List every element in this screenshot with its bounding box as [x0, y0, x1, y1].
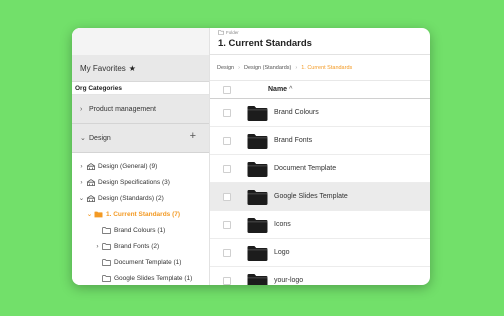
chevron-right-icon[interactable]: ›	[93, 243, 102, 250]
breadcrumb-item[interactable]: Design	[217, 65, 234, 71]
chevron-right-icon: ›	[80, 105, 83, 113]
breadcrumb-item[interactable]: Design (Standards)	[244, 65, 291, 71]
tree-item-label: 1. Current Standards (7)	[106, 210, 181, 218]
sort-indicator-icon[interactable]: ^	[289, 86, 292, 93]
folder-outline-icon	[102, 274, 114, 282]
table-header: Name ^	[210, 81, 430, 99]
column-name-header[interactable]: Name	[268, 86, 287, 93]
row-name[interactable]: Logo	[274, 249, 290, 256]
tree-item[interactable]: Document Template (1)	[72, 254, 209, 270]
select-all-checkbox[interactable]	[223, 85, 231, 94]
folder-icon	[247, 133, 268, 149]
row-checkbox[interactable]	[223, 220, 231, 229]
table-row[interactable]: your-logo	[210, 267, 430, 285]
folder-small-icon	[218, 30, 224, 35]
chevron-down-icon[interactable]: ⌄	[85, 210, 94, 218]
folder-icon	[247, 105, 268, 121]
tree-item[interactable]: ⌄ 1. Current Standards (7)	[72, 206, 209, 222]
tree-item-label: Google Slides Template (1)	[114, 274, 193, 282]
row-checkbox[interactable]	[223, 248, 231, 257]
row-checkbox[interactable]	[223, 108, 231, 117]
breadcrumb: Design › Design (Standards) › 1. Current…	[210, 55, 430, 81]
sidebar: My Favorites ★ Org Categories › Product …	[72, 28, 210, 285]
tree-item[interactable]: › Design (General) (9)	[72, 158, 209, 174]
favorites-label: My Favorites	[80, 63, 126, 73]
item-kind-label: Folder	[226, 30, 239, 35]
tree-item-label: Design Specifications (3)	[98, 178, 170, 186]
row-checkbox[interactable]	[223, 192, 231, 201]
page-title: 1. Current Standards	[218, 38, 312, 49]
row-name[interactable]: Icons	[274, 221, 291, 228]
tree-item[interactable]: › Brand Fonts (2)	[72, 238, 209, 254]
breadcrumb-current: 1. Current Standards	[301, 64, 353, 71]
table-row[interactable]: Logo	[210, 239, 430, 267]
row-name[interactable]: your-logo	[274, 277, 303, 284]
org-categories-header: Org Categories	[72, 82, 209, 95]
section-label: Design	[89, 134, 111, 142]
sidebar-header	[72, 28, 209, 55]
row-name[interactable]: Brand Fonts	[274, 137, 312, 144]
library-icon	[86, 162, 98, 170]
chevron-right-icon[interactable]: ›	[77, 163, 86, 170]
tree-item[interactable]: Google Slides Template (1)	[72, 270, 209, 285]
tree-item[interactable]: › Design Specifications (3)	[72, 174, 209, 190]
folder-icon	[247, 245, 268, 261]
folder-icon	[247, 217, 268, 233]
table-row[interactable]: Icons	[210, 211, 430, 239]
row-checkbox[interactable]	[223, 164, 231, 173]
table-row[interactable]: Brand Colours	[210, 99, 430, 127]
favorites-row[interactable]: My Favorites ★	[72, 55, 209, 82]
chevron-right-icon[interactable]: ›	[77, 179, 86, 186]
folder-filled-icon	[94, 211, 106, 218]
item-kind: Folder	[218, 28, 430, 35]
chevron-down-icon: ⌄	[80, 135, 86, 142]
row-checkbox[interactable]	[223, 136, 231, 145]
chevron-down-icon[interactable]: ⌄	[77, 194, 86, 202]
breadcrumb-separator-icon: ›	[238, 64, 240, 71]
table-row[interactable]: Brand Fonts	[210, 127, 430, 155]
row-checkbox[interactable]	[223, 276, 231, 285]
breadcrumb-separator-icon: ›	[295, 64, 298, 71]
category-tree: › Design (General) (9) › Design Specificati…	[72, 158, 209, 285]
folder-outline-icon	[102, 242, 114, 250]
section-label: Product management	[89, 105, 156, 113]
folder-icon	[247, 161, 268, 177]
add-icon[interactable]: +	[190, 130, 196, 142]
tree-item[interactable]: ⌄ Design (Standards) (2)	[72, 190, 209, 206]
tree-item-label: Brand Fonts (2)	[114, 242, 160, 250]
folder-icon	[247, 273, 268, 285]
library-icon	[86, 178, 98, 186]
row-name[interactable]: Google Slides Template	[274, 193, 348, 200]
library-icon	[86, 194, 98, 202]
section-product-management[interactable]: › Product management	[72, 95, 209, 124]
tree-item-label: Document Template (1)	[114, 258, 182, 266]
folder-outline-icon	[102, 226, 114, 234]
star-icon: ★	[128, 63, 136, 73]
title-area: Folder 1. Current Standards	[210, 28, 430, 55]
folder-outline-icon	[102, 258, 114, 266]
main-panel: Folder 1. Current Standards Design › Des…	[210, 28, 430, 285]
table-row[interactable]: Document Template	[210, 155, 430, 183]
tree-item-label: Design (General) (9)	[98, 162, 158, 170]
folder-icon	[247, 189, 268, 205]
tree-item[interactable]: Brand Colours (1)	[72, 222, 209, 238]
section-design[interactable]: ⌄ Design +	[72, 124, 209, 153]
table-row[interactable]: Google Slides Template	[210, 183, 430, 211]
row-name[interactable]: Document Template	[274, 165, 336, 172]
tree-item-label: Design (Standards) (2)	[98, 194, 164, 202]
tree-item-label: Brand Colours (1)	[114, 226, 166, 234]
app-window: My Favorites ★ Org Categories › Product …	[72, 28, 430, 285]
row-name[interactable]: Brand Colours	[274, 109, 319, 116]
folder-list: Brand Colours Brand Fonts Document Templat…	[210, 99, 430, 285]
